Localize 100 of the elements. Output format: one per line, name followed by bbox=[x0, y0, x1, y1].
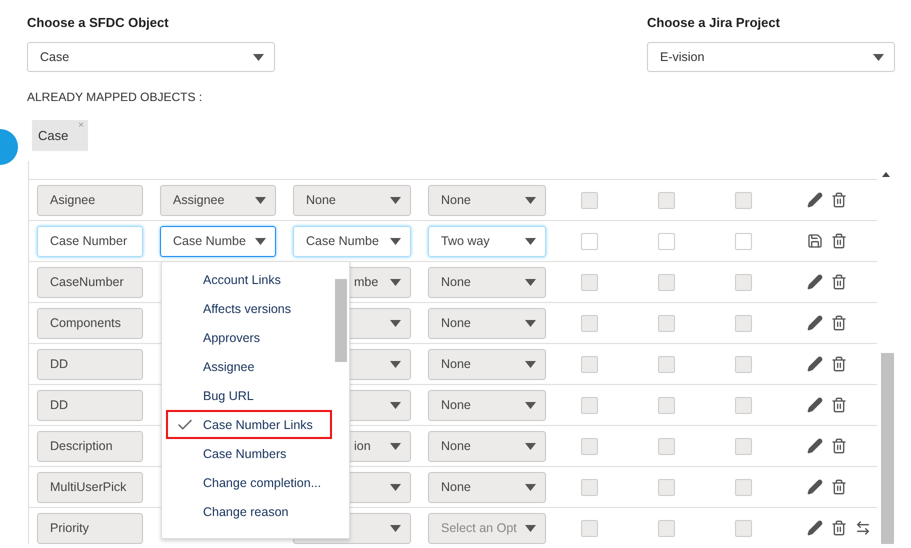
field-name-input[interactable]: Description bbox=[37, 430, 143, 462]
caret-icon bbox=[525, 196, 536, 204]
object-select[interactable]: Case bbox=[27, 42, 275, 72]
checkbox[interactable] bbox=[734, 232, 752, 250]
checkbox[interactable] bbox=[658, 314, 674, 332]
caret-icon bbox=[390, 484, 401, 490]
checkbox[interactable] bbox=[658, 232, 674, 250]
delete-icon[interactable] bbox=[831, 438, 847, 454]
edit-icon[interactable] bbox=[807, 397, 823, 413]
caret-icon bbox=[525, 238, 536, 244]
delete-icon[interactable] bbox=[831, 233, 847, 249]
caret-icon bbox=[525, 278, 536, 286]
mapping-select[interactable]: None bbox=[428, 348, 546, 380]
scroll-up-icon[interactable] bbox=[882, 172, 890, 177]
mapping-select[interactable]: Case Numbe bbox=[293, 226, 411, 256]
checkbox[interactable] bbox=[580, 438, 598, 454]
caret-icon bbox=[390, 320, 401, 326]
delete-icon[interactable] bbox=[831, 315, 847, 331]
delete-icon[interactable] bbox=[831, 397, 847, 413]
field-label: Choose a Jira Project bbox=[647, 15, 781, 30]
menu-item[interactable]: Bug URL bbox=[166, 381, 332, 410]
caret-icon bbox=[253, 54, 264, 60]
caret-icon bbox=[525, 524, 536, 532]
caret-icon bbox=[873, 54, 884, 60]
delete-icon[interactable] bbox=[831, 274, 847, 290]
caret-icon bbox=[525, 402, 536, 408]
checkbox[interactable] bbox=[580, 232, 598, 250]
checkbox[interactable] bbox=[658, 356, 674, 372]
field-label: Choose a SFDC Object bbox=[27, 15, 170, 30]
menu-item[interactable]: Assignee bbox=[166, 352, 332, 381]
caret-icon bbox=[390, 360, 401, 368]
mapping-select[interactable]: None bbox=[428, 308, 546, 338]
project-select[interactable]: E-vision bbox=[647, 42, 895, 72]
delete-icon[interactable] bbox=[831, 192, 847, 208]
checkbox[interactable] bbox=[658, 396, 674, 414]
edit-icon[interactable] bbox=[807, 315, 823, 331]
edit-icon[interactable] bbox=[807, 192, 823, 208]
mapping-select[interactable]: None bbox=[428, 390, 546, 420]
save-icon[interactable] bbox=[807, 233, 823, 249]
edit-icon[interactable] bbox=[807, 479, 823, 495]
menu-item[interactable]: Case Number Links bbox=[166, 410, 332, 439]
caret-icon bbox=[525, 442, 536, 450]
swap-arrows-icon[interactable] bbox=[855, 520, 871, 536]
caret-icon bbox=[525, 360, 536, 368]
field-name-input[interactable]: Priority bbox=[37, 512, 143, 544]
checkbox[interactable] bbox=[734, 478, 752, 496]
checkbox[interactable] bbox=[580, 356, 598, 372]
field-name-input[interactable]: Asignee bbox=[37, 184, 143, 216]
caret-icon bbox=[390, 278, 401, 286]
mapping-select[interactable]: Assignee bbox=[160, 184, 276, 216]
checkbox[interactable] bbox=[658, 438, 674, 454]
checkbox[interactable] bbox=[734, 396, 752, 414]
edit-icon[interactable] bbox=[807, 520, 823, 536]
caret-icon bbox=[390, 238, 401, 244]
mapping-select[interactable]: None bbox=[293, 184, 411, 216]
field-name-input[interactable]: Case Number bbox=[37, 226, 143, 256]
checkbox[interactable] bbox=[734, 438, 752, 454]
checkbox[interactable] bbox=[580, 478, 598, 496]
mapping-select[interactable]: None bbox=[428, 266, 546, 298]
checkbox[interactable] bbox=[734, 274, 752, 290]
edit-icon[interactable] bbox=[807, 438, 823, 454]
caret-icon bbox=[525, 484, 536, 490]
menu-item[interactable]: Change completion... bbox=[166, 468, 332, 497]
field-name-input[interactable]: Components bbox=[37, 308, 143, 338]
caret-icon bbox=[390, 196, 401, 204]
menu-item[interactable]: Change reason bbox=[166, 497, 332, 526]
checkbox[interactable] bbox=[580, 520, 598, 536]
tag-label: Case bbox=[38, 128, 68, 143]
delete-icon[interactable] bbox=[831, 479, 847, 495]
checkbox[interactable] bbox=[658, 274, 674, 290]
edit-icon[interactable] bbox=[807, 274, 823, 290]
field-name-input[interactable]: CaseNumber bbox=[37, 266, 143, 298]
field-name-input[interactable]: DD bbox=[37, 390, 143, 420]
caret-icon bbox=[390, 442, 401, 450]
mapping-select[interactable]: None bbox=[428, 430, 546, 462]
field-name-input[interactable]: DD bbox=[37, 348, 143, 380]
section-label: ALREADY MAPPED OBJECTS : bbox=[27, 90, 204, 104]
checkbox[interactable] bbox=[734, 314, 752, 332]
checkbox[interactable] bbox=[658, 520, 674, 536]
checkbox[interactable] bbox=[734, 520, 752, 536]
checkbox[interactable] bbox=[580, 396, 598, 414]
delete-icon[interactable] bbox=[831, 520, 847, 536]
checkbox[interactable] bbox=[658, 192, 674, 208]
checkbox[interactable] bbox=[658, 478, 674, 496]
checkbox[interactable] bbox=[734, 356, 752, 372]
caret-icon bbox=[390, 402, 401, 408]
checkbox[interactable] bbox=[734, 192, 752, 208]
mapping-select[interactable]: Two way bbox=[428, 226, 546, 256]
checkbox[interactable] bbox=[580, 192, 598, 208]
mapping-select[interactable]: None bbox=[428, 184, 546, 216]
mapping-select[interactable]: None bbox=[428, 472, 546, 502]
checkbox[interactable] bbox=[580, 314, 598, 332]
edit-icon[interactable] bbox=[807, 356, 823, 372]
delete-icon[interactable] bbox=[831, 356, 847, 372]
mapping-select[interactable]: Case Numbe bbox=[160, 226, 276, 256]
checkbox[interactable] bbox=[580, 274, 598, 290]
caret-icon bbox=[525, 320, 536, 326]
caret-icon bbox=[390, 524, 401, 532]
menu-item[interactable]: Approvers bbox=[166, 323, 332, 352]
field-name-input[interactable]: MultiUserPick bbox=[37, 472, 143, 502]
